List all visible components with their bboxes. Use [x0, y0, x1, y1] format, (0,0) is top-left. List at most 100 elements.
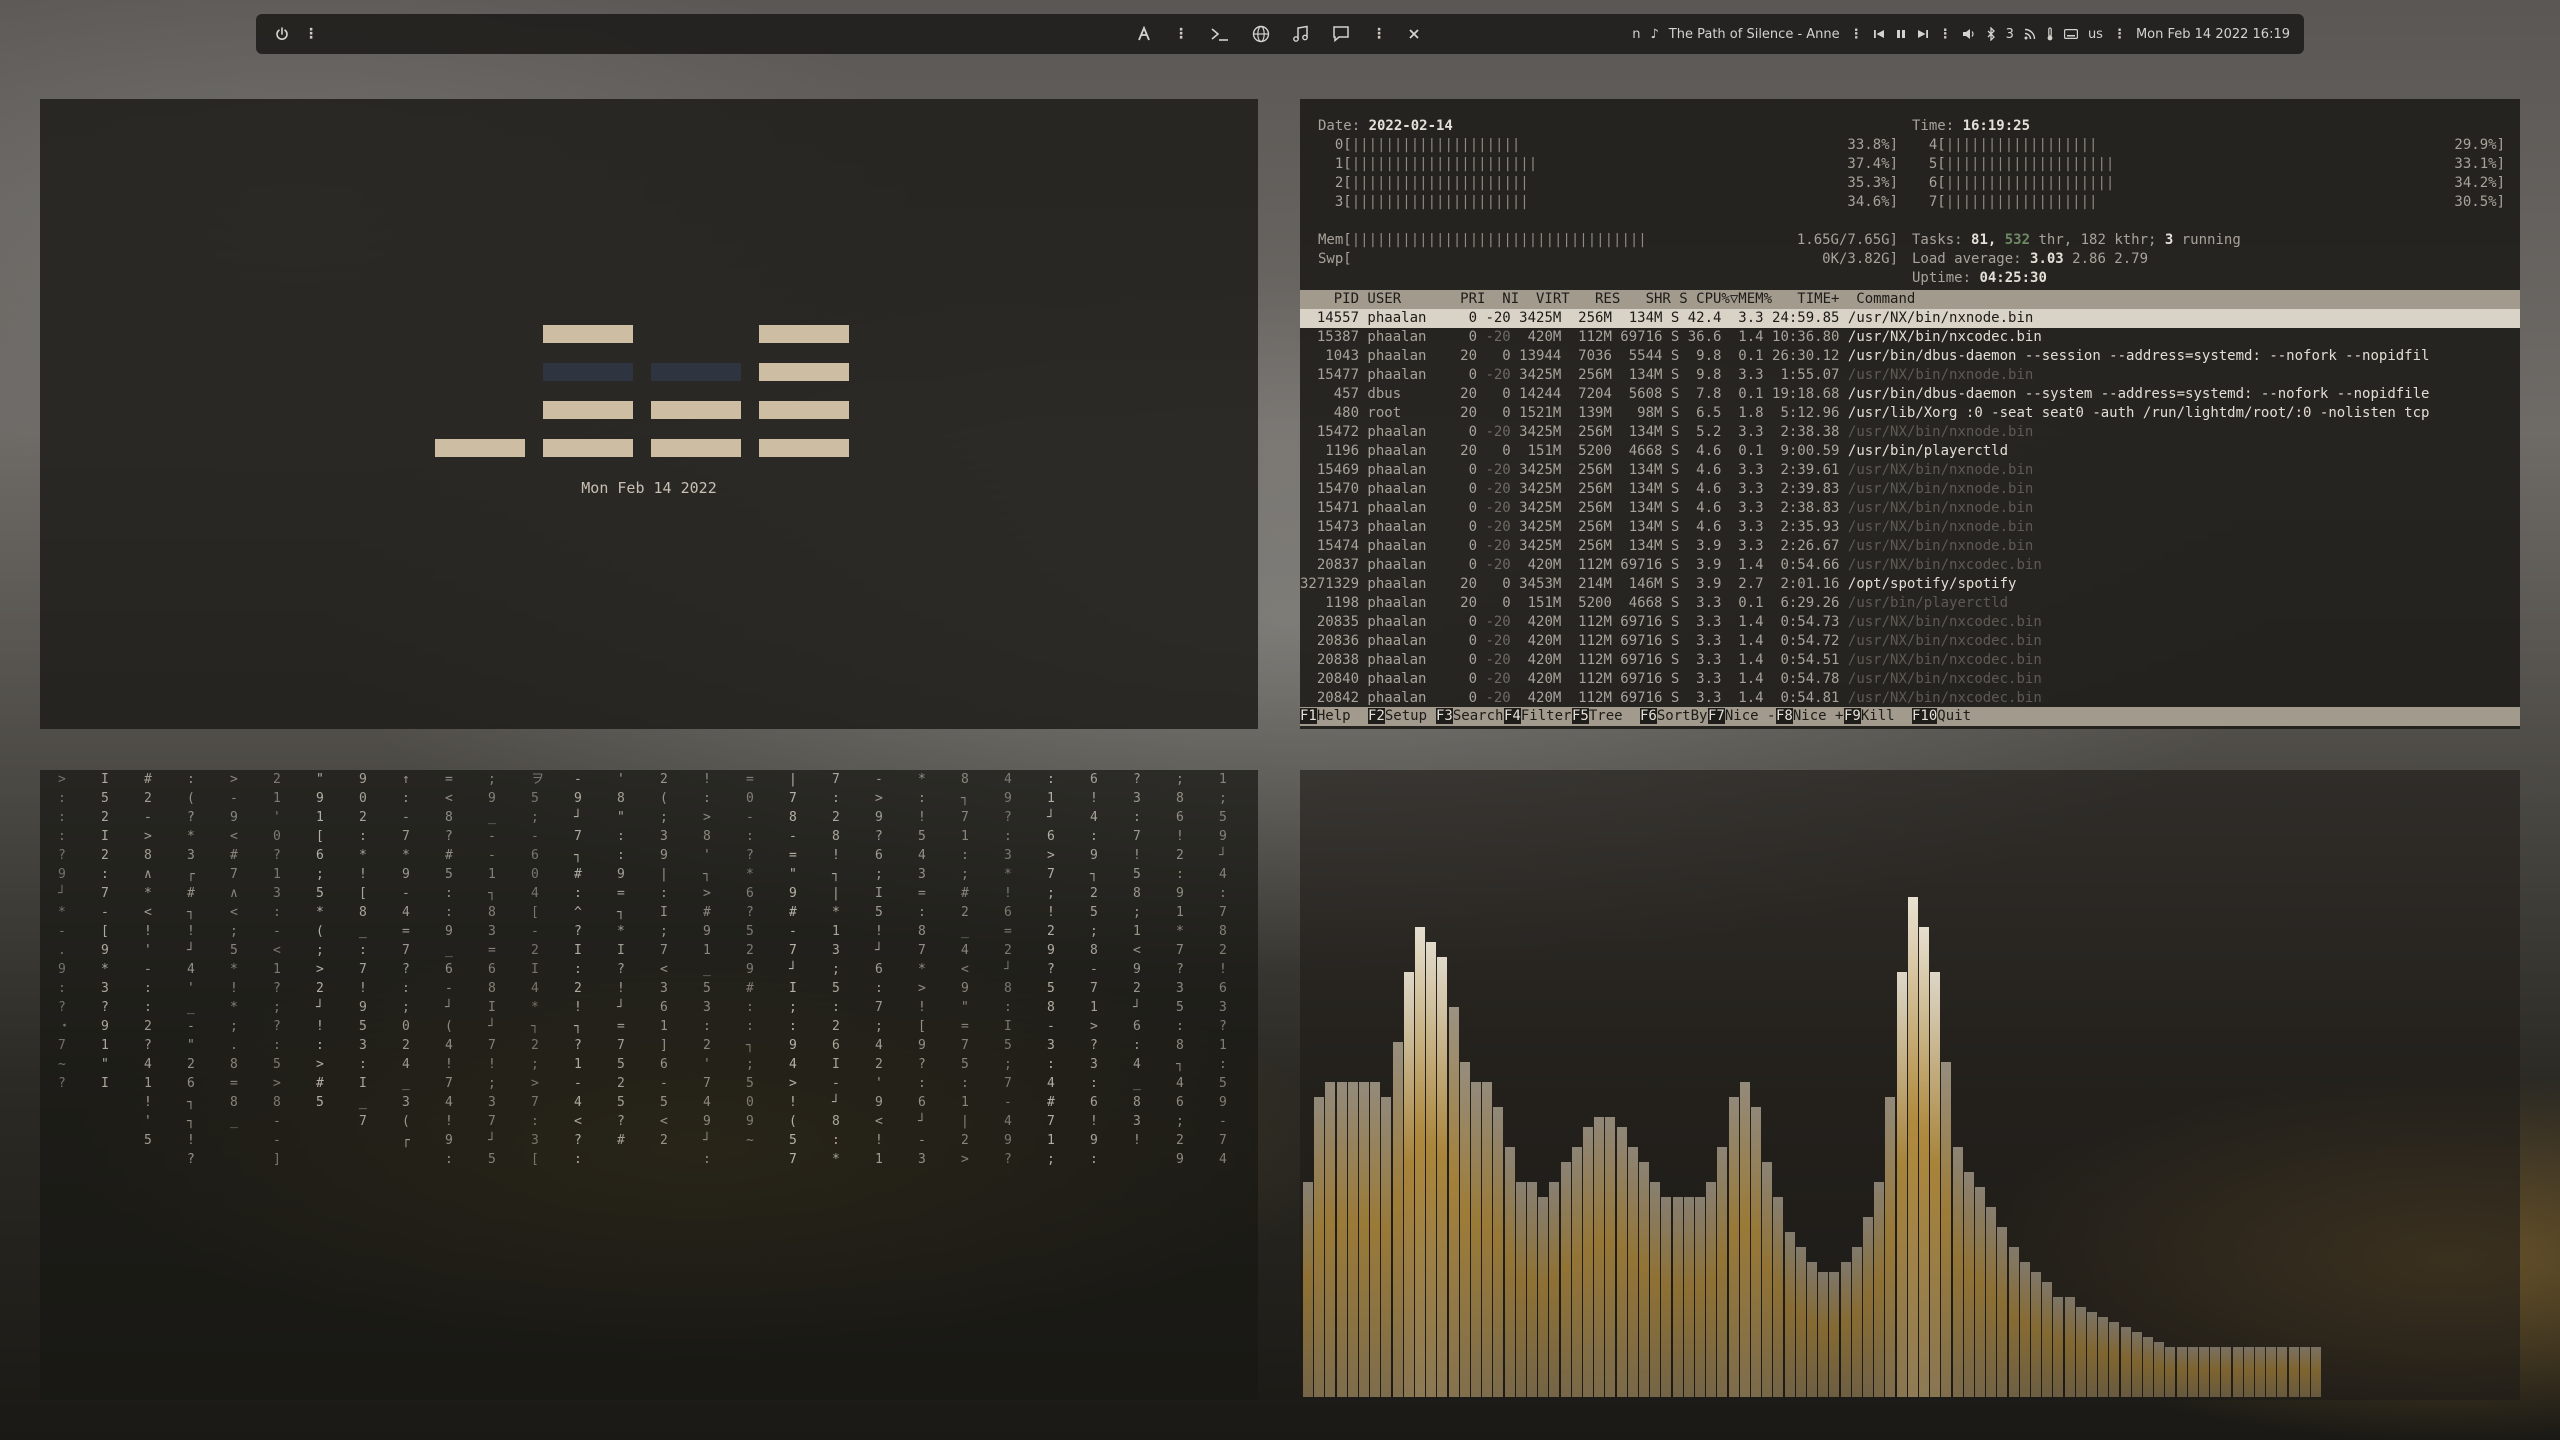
- cpu-bar: ||||||||||||||||||||: [1945, 175, 2115, 191]
- process-row[interactable]: 3271329 phaalan 20 0 3453M 214M 146M S 3…: [1300, 575, 2520, 594]
- process-row[interactable]: 20835 phaalan 0 -20 420M 112M 69716 S 3.…: [1300, 613, 2520, 632]
- pause-icon[interactable]: [1895, 28, 1907, 40]
- chat-bubble-icon[interactable]: [1332, 25, 1350, 43]
- process-row[interactable]: 1196 phaalan 20 0 151M 5200 4668 S 4.6 0…: [1300, 442, 2520, 461]
- top-bar-left: ⋮: [256, 26, 318, 42]
- visualizer-bar: [1683, 1197, 1694, 1397]
- visualizer-bar: [1549, 1182, 1560, 1397]
- process-table-header[interactable]: PID USER PRI NI VIRT RES SHR S CPU%▽MEM%…: [1300, 290, 2520, 309]
- process-nice: -20: [1485, 500, 1511, 516]
- process-row[interactable]: 15470 phaalan 0 -20 3425M 256M 134M S 4.…: [1300, 480, 2520, 499]
- process-row[interactable]: 20840 phaalan 0 -20 420M 112M 69716 S 3.…: [1300, 670, 2520, 689]
- visualizer-bar: [2311, 1347, 2321, 1397]
- visualizer-bar: [2154, 1342, 2165, 1397]
- visualizer-bar: [2165, 1347, 2176, 1397]
- process-row[interactable]: 20842 phaalan 0 -20 420M 112M 69716 S 3.…: [1300, 689, 2520, 708]
- volume-icon[interactable]: [1962, 28, 1976, 40]
- cpu-bracket: [: [1937, 156, 1946, 172]
- music-note-icon[interactable]: [1292, 25, 1310, 43]
- function-key-f1[interactable]: F1Help: [1300, 707, 1367, 726]
- terminal-icon[interactable]: [1210, 26, 1230, 42]
- keyboard-icon[interactable]: [2063, 29, 2078, 39]
- process-row[interactable]: 15387 phaalan 0 -20 420M 112M 69716 S 36…: [1300, 328, 2520, 347]
- music-note-icon: ♪: [1650, 26, 1659, 42]
- process-row[interactable]: 1043 phaalan 20 0 13944 7036 5544 S 9.8 …: [1300, 347, 2520, 366]
- more-options-icon[interactable]: ⋮: [1939, 27, 1952, 42]
- more-options-icon[interactable]: ⋮: [1850, 27, 1863, 42]
- process-command: /usr/NX/bin/nxnode.bin: [1847, 519, 2034, 535]
- thermometer-icon[interactable]: [2046, 27, 2054, 41]
- function-key-f4[interactable]: F4Filter: [1504, 707, 1571, 726]
- process-row[interactable]: 20838 phaalan 0 -20 420M 112M 69716 S 3.…: [1300, 651, 2520, 670]
- function-key-f3[interactable]: F3Search: [1436, 707, 1503, 726]
- threads-count: 532: [2004, 232, 2031, 248]
- function-key-f5[interactable]: F5Tree: [1572, 707, 1639, 726]
- process-stats: 3425M 256M 134M S 5.2 3.3 2:38.38: [1510, 424, 1848, 440]
- function-key-label: F4: [1504, 708, 1521, 724]
- cpu-bracket: [: [1937, 137, 1946, 153]
- function-key-f10[interactable]: F10Quit: [1912, 707, 1988, 726]
- htop-window[interactable]: Date: 2022-02-14 Time: 16:19:25 0[||||||…: [1300, 99, 2520, 729]
- visualizer-bar: [1571, 1147, 1582, 1397]
- process-row[interactable]: 15471 phaalan 0 -20 3425M 256M 134M S 4.…: [1300, 499, 2520, 518]
- keyboard-layout[interactable]: us: [2088, 27, 2103, 42]
- now-playing-track[interactable]: The Path of Silence - Anne: [1669, 27, 1840, 42]
- close-icon[interactable]: [1408, 28, 1420, 40]
- top-bar-datetime[interactable]: Mon Feb 14 2022 16:19: [2136, 27, 2290, 42]
- matrix-column: 9 0 2 : * ! [ 8 _ : 7 ! 9 5 3 : I _ 7: [359, 772, 367, 1129]
- process-row[interactable]: 15473 phaalan 0 -20 3425M 256M 134M S 4.…: [1300, 518, 2520, 537]
- uptime: Uptime: 04:25:30: [1912, 269, 2047, 288]
- process-command: /usr/NX/bin/nxcodec.bin: [1847, 557, 2042, 573]
- process-nice: -20: [1485, 652, 1511, 668]
- next-track-icon[interactable]: [1917, 28, 1929, 40]
- process-fields: 15469 phaalan 0: [1300, 462, 1486, 478]
- function-key-f8[interactable]: F8Nice +: [1776, 707, 1843, 726]
- process-row[interactable]: 1198 phaalan 20 0 151M 5200 4668 S 3.3 0…: [1300, 594, 2520, 613]
- process-fields: 20840 phaalan 0: [1300, 671, 1486, 687]
- function-key-f7[interactable]: F7Nice -: [1708, 707, 1775, 726]
- more-options-icon[interactable]: ⋮: [2113, 27, 2126, 42]
- matrix-column: - > 9 ? 6 ; I 5 ! ┘ 6 : 7 ; 4 2 ' 9 < ! …: [875, 772, 883, 1167]
- previous-track-icon[interactable]: [1873, 28, 1885, 40]
- function-key-f6[interactable]: F6SortBy: [1640, 707, 1707, 726]
- cpu-meter-2: 2[|||||||||||||||||||||: [1318, 174, 1529, 193]
- visualizer-bar: [1975, 1187, 1985, 1397]
- process-row[interactable]: 14557 phaalan 0 -20 3425M 256M 134M S 42…: [1300, 309, 2520, 328]
- power-icon[interactable]: [274, 26, 290, 42]
- process-row[interactable]: 20836 phaalan 0 -20 420M 112M 69716 S 3.…: [1300, 632, 2520, 651]
- globe-icon[interactable]: [1252, 25, 1270, 43]
- bluetooth-icon[interactable]: [1986, 27, 1996, 41]
- text-cursor-icon[interactable]: [1136, 26, 1152, 42]
- now-playing-prefix: n: [1632, 26, 1641, 42]
- visualizer-bar: [2176, 1347, 2187, 1397]
- process-command: /usr/NX/bin/nxnode.bin: [1847, 538, 2034, 554]
- process-row[interactable]: 480 root 20 0 1521M 139M 98M S 6.5 1.8 5…: [1300, 404, 2520, 423]
- function-key-bar: F1Help F2Setup F3Search F4Filter F5Tree F6…: [1300, 707, 2520, 726]
- process-row[interactable]: 15477 phaalan 0 -20 3425M 256M 134M S 9.…: [1300, 366, 2520, 385]
- clock-block: [759, 325, 849, 343]
- more-options-icon[interactable]: ⋮: [1174, 26, 1188, 42]
- rss-icon[interactable]: [2024, 28, 2036, 40]
- process-row[interactable]: 15469 phaalan 0 -20 3425M 256M 134M S 4.…: [1300, 461, 2520, 480]
- clock-window[interactable]: Mon Feb 14 2022: [40, 99, 1258, 729]
- function-key-f9[interactable]: F9Kill: [1844, 707, 1911, 726]
- process-row[interactable]: 457 dbus 20 0 14244 7204 5608 S 7.8 0.1 …: [1300, 385, 2520, 404]
- process-stats: 3425M 256M 134M S 42.4 3.3 24:59.85: [1510, 310, 1848, 326]
- tasks-label: Tasks:: [1912, 232, 1972, 248]
- function-key-label: F6: [1640, 708, 1657, 724]
- function-key-f2[interactable]: F2Setup: [1368, 707, 1435, 726]
- matrix-column: ? 3 : 7 ! 5 8 ; 1 < 9 2 ┘ 6 : 4 _ 8 3 !: [1133, 772, 1141, 1148]
- visualizer-bar: [1818, 1272, 1829, 1397]
- process-stats: 420M 112M 69716 S 3.3 1.4 0:54.72: [1510, 633, 1848, 649]
- clock-block: [759, 363, 849, 381]
- process-row[interactable]: 15474 phaalan 0 -20 3425M 256M 134M S 3.…: [1300, 537, 2520, 556]
- more-options-icon[interactable]: ⋮: [304, 26, 318, 42]
- process-row[interactable]: 20837 phaalan 0 -20 420M 112M 69716 S 3.…: [1300, 556, 2520, 575]
- more-options-icon[interactable]: ⋮: [1372, 26, 1386, 42]
- matrix-column: ; 9 _ - - 1 ┐ 8 3 = 6 8 I ┘ 7 ! ; 3 7 ┘ …: [488, 772, 496, 1167]
- matrix-column: ヲ 5 ; - 6 0 4 [ - 2 I 4 * ┐ 2 ; > 7 : 3 …: [531, 772, 545, 1167]
- audio-visualizer-window[interactable]: [1300, 770, 2520, 1400]
- process-row[interactable]: 15472 phaalan 0 -20 3425M 256M 134M S 5.…: [1300, 423, 2520, 442]
- cpu-percent: 30.5%]: [2454, 194, 2505, 210]
- matrix-rain-window[interactable]: > : : : ? 9 ┘ * - . 9 : ? ・ 7 ~ ? I 5 2 I…: [40, 770, 1258, 1400]
